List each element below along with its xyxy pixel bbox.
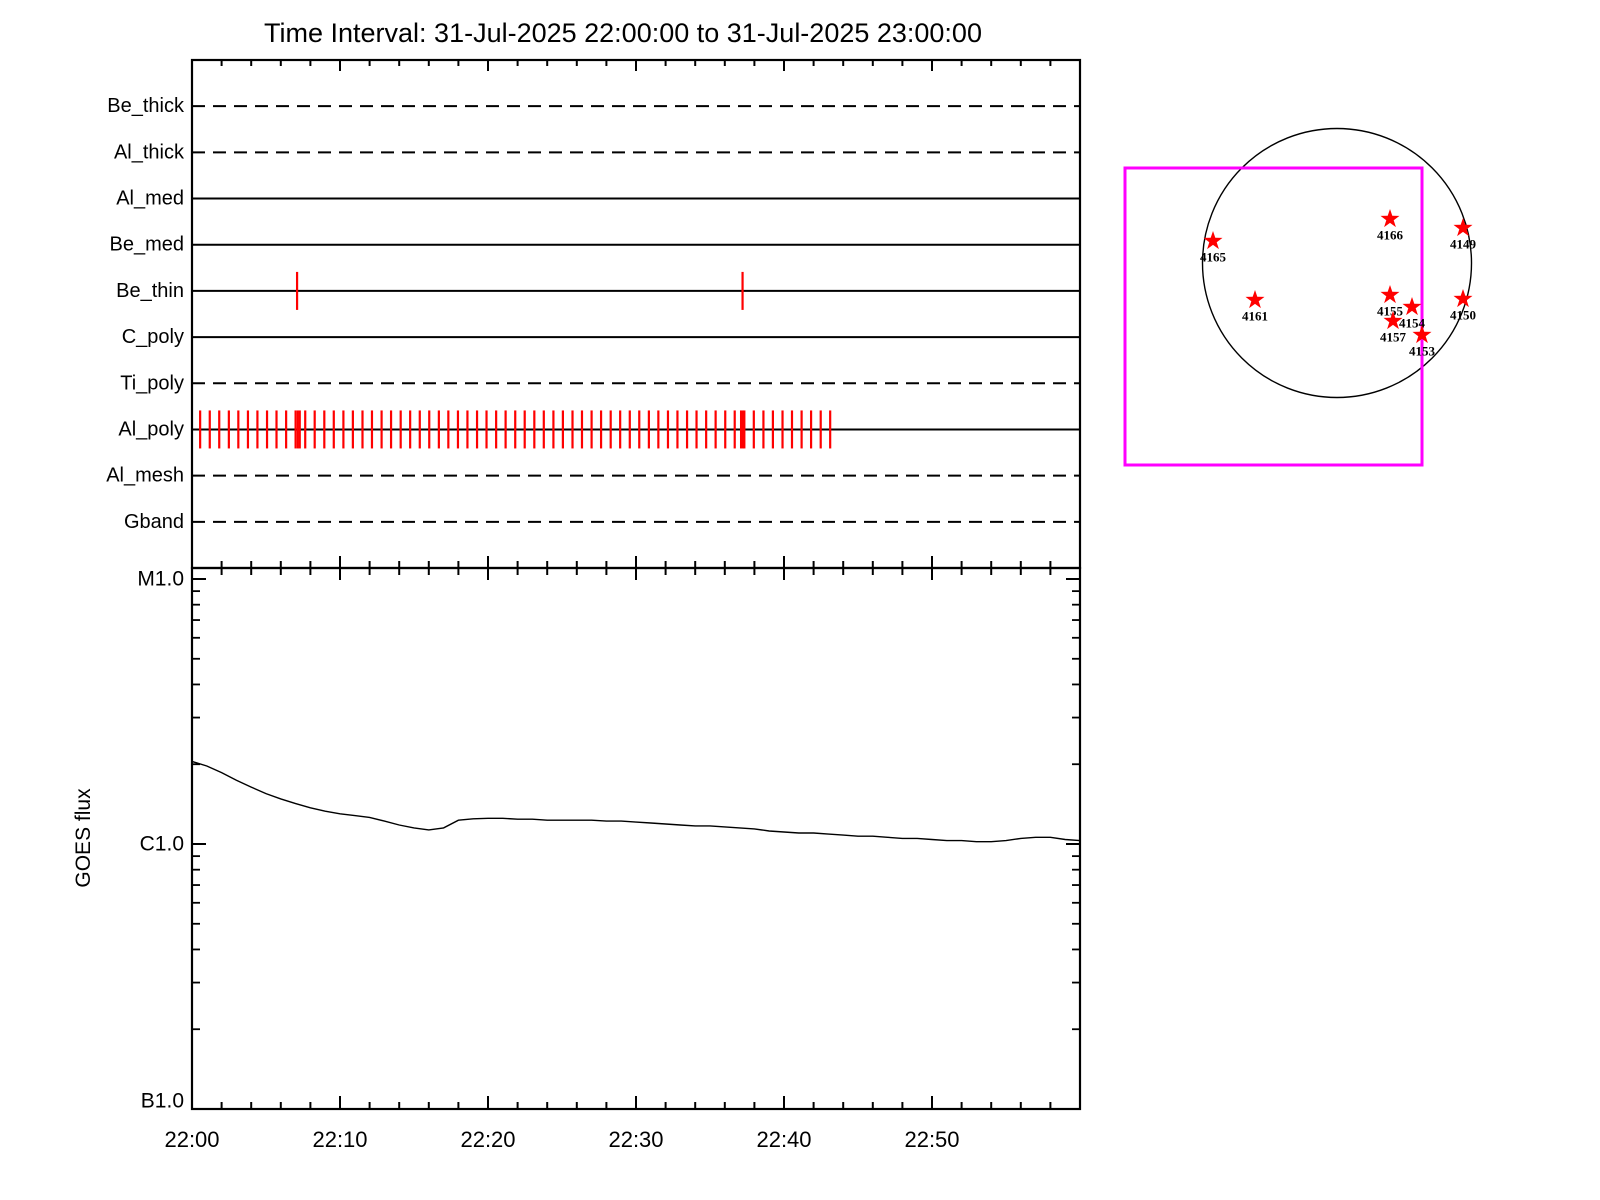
filter-label-Al_thick: Al_thick — [114, 141, 185, 163]
x-tick-label-22:40: 22:40 — [756, 1127, 811, 1152]
active-region-label-4161: 4161 — [1242, 309, 1268, 324]
filter-label-Ti_poly: Ti_poly — [120, 372, 184, 394]
filter-label-Be_thick: Be_thick — [107, 95, 185, 117]
solar-disk-map: 416541664149416141554154415041574153 — [1125, 129, 1477, 466]
active-region-star-4150 — [1454, 289, 1473, 307]
active-region-label-4150: 4150 — [1450, 308, 1476, 323]
active-region-label-4149: 4149 — [1450, 237, 1477, 252]
filter-label-Al_mesh: Al_mesh — [106, 465, 184, 487]
active-region-label-4153: 4153 — [1409, 344, 1436, 359]
xrt-goes-timeline-figure: Time Interval: 31-Jul-2025 22:00:00 to 3… — [0, 0, 1600, 1200]
filter-label-Gband: Gband — [124, 511, 184, 533]
y-tick-label-M1.0: M1.0 — [137, 568, 184, 591]
active-region-label-4166: 4166 — [1377, 228, 1404, 243]
x-tick-label-22:10: 22:10 — [312, 1127, 367, 1152]
goes-flux-curve — [192, 761, 1080, 841]
x-tick-label-22:50: 22:50 — [904, 1127, 959, 1152]
filter-timeline-panel: Be_thick Al_thick Al_med Be_med Be_thin C_pol… — [106, 60, 1080, 580]
figure-page: Time Interval: 31-Jul-2025 22:00:00 to 3… — [0, 0, 1600, 1200]
filter-label-Al_med: Al_med — [116, 188, 184, 210]
y-tick-label-C1.0: C1.0 — [140, 833, 184, 856]
active-region-star-4149 — [1454, 218, 1473, 236]
active-region-star-4154 — [1403, 297, 1422, 315]
filter-label-Al_poly: Al_poly — [118, 418, 184, 440]
filter-panel-border — [192, 60, 1080, 568]
active-region-star-4166 — [1381, 209, 1400, 227]
x-tick-label-22:30: 22:30 — [608, 1127, 663, 1152]
active-region-label-4165: 4165 — [1200, 250, 1227, 265]
goes-panel-border — [192, 568, 1080, 1109]
active-region-star-4155 — [1381, 285, 1400, 303]
y-tick-label-B1.0: B1.0 — [141, 1090, 184, 1113]
active-region-label-4157: 4157 — [1380, 330, 1407, 345]
figure-title: Time Interval: 31-Jul-2025 22:00:00 to 3… — [264, 18, 982, 48]
goes-flux-ylabel: GOES flux — [72, 788, 95, 888]
filter-label-C_poly: C_poly — [122, 326, 184, 348]
x-tick-label-22:00: 22:00 — [164, 1127, 219, 1152]
filter-label-Be_med: Be_med — [110, 234, 185, 256]
x-tick-label-22:20: 22:20 — [460, 1127, 515, 1152]
goes-flux-panel: M1.0 C1.0 B1.0 22:00 22:10 22:20 22:30 22:40 22:… — [137, 568, 1080, 1153]
filter-label-Be_thin: Be_thin — [116, 280, 184, 302]
active-region-star-4161 — [1246, 290, 1265, 308]
